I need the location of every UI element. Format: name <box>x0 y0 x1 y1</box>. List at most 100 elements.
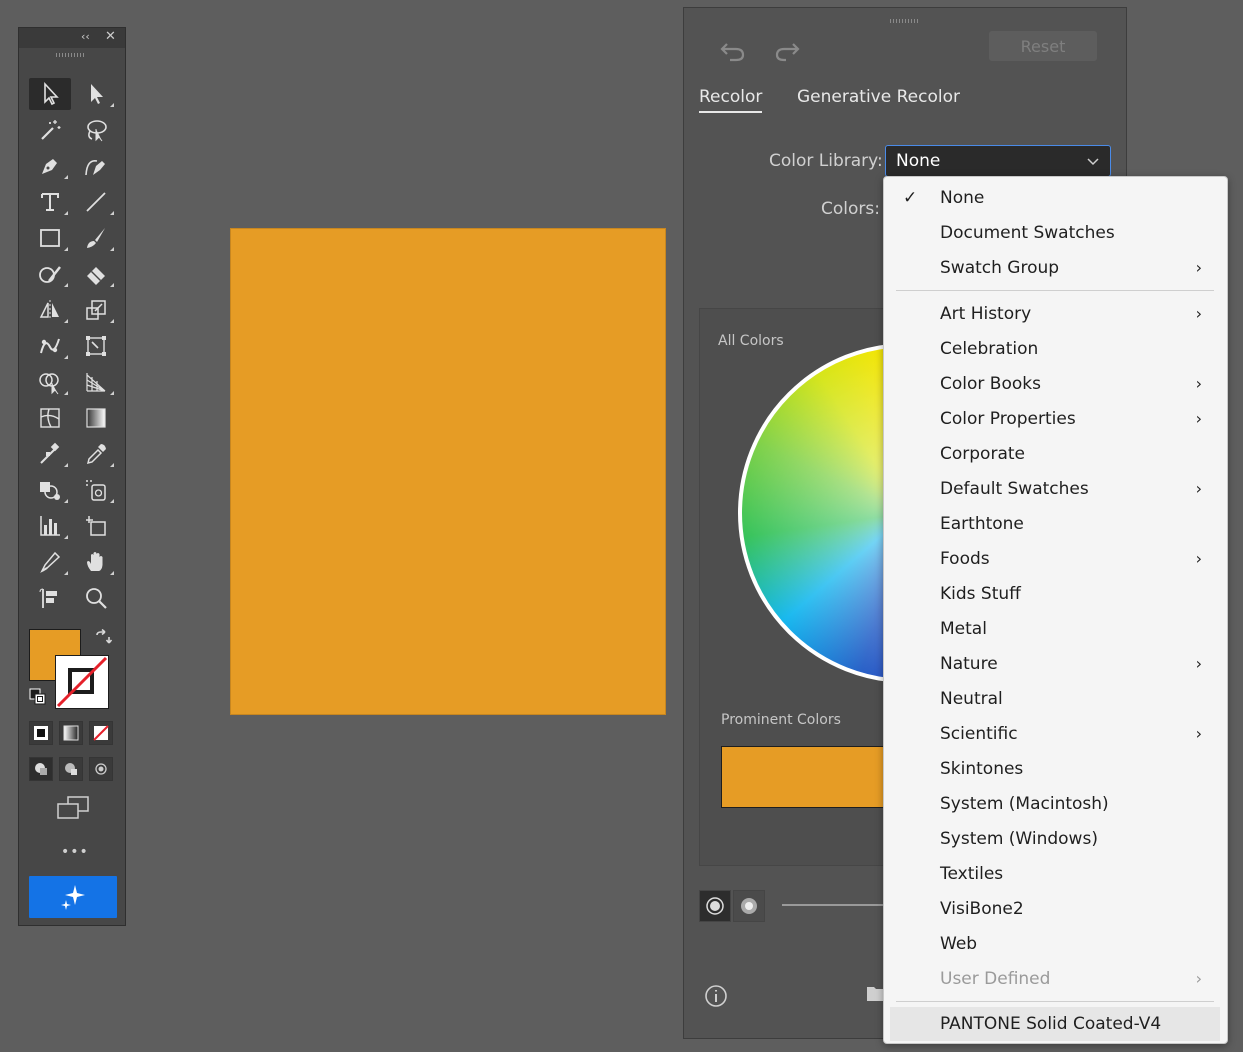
prominent-colors-label: Prominent Colors <box>721 712 841 728</box>
panel-grip[interactable] <box>890 19 918 23</box>
artboard-tool[interactable] <box>75 510 117 542</box>
color-mode-button[interactable] <box>29 721 53 745</box>
screen-mode-button[interactable] <box>56 795 90 825</box>
direct-selection-tool[interactable] <box>75 78 117 110</box>
menu-item-color-properties[interactable]: Color Properties › <box>885 402 1226 436</box>
gradient-mode-button[interactable] <box>59 721 83 745</box>
chevron-right-icon: › <box>1195 549 1202 568</box>
lasso-tool[interactable] <box>75 114 117 146</box>
collapse-panel-button[interactable]: ‹‹ <box>81 30 90 43</box>
menu-item-system-windows[interactable]: System (Windows) <box>885 822 1226 856</box>
rotate-view-tool[interactable] <box>29 582 71 614</box>
hand-tool[interactable] <box>75 546 117 578</box>
menu-item-default-swatches[interactable]: Default Swatches › <box>885 472 1226 506</box>
menu-separator <box>896 290 1214 291</box>
menu-item-celebration[interactable]: Celebration <box>885 332 1226 366</box>
tools-panel-header[interactable]: ‹‹ ✕ <box>19 28 125 48</box>
column-graph-icon <box>40 516 60 536</box>
pen-tool[interactable] <box>29 150 71 182</box>
menu-item-document-swatches[interactable]: Document Swatches <box>885 216 1226 250</box>
free-transform-tool[interactable] <box>75 330 117 362</box>
menu-item-label: VisiBone2 <box>940 899 1024 919</box>
menu-item-textiles[interactable]: Textiles <box>885 857 1226 891</box>
slice-tool[interactable] <box>29 546 71 578</box>
info-icon[interactable] <box>704 984 728 1012</box>
tab-generative-recolor[interactable]: Generative Recolor <box>797 87 960 111</box>
menu-item-label: Celebration <box>940 339 1039 359</box>
menu-item-label: Neutral <box>940 689 1003 709</box>
chevron-down-icon <box>1087 158 1099 166</box>
menu-item-color-books[interactable]: Color Books › <box>885 367 1226 401</box>
undo-button[interactable] <box>718 36 748 66</box>
selection-tool[interactable] <box>29 78 71 110</box>
default-fill-stroke-icon[interactable] <box>29 688 47 710</box>
mesh-icon <box>40 408 60 428</box>
menu-item-label: Textiles <box>940 864 1004 884</box>
live-paint-tool[interactable] <box>75 474 117 506</box>
column-graph-tool[interactable] <box>29 510 71 542</box>
edit-toolbar-button[interactable]: ••• <box>61 844 89 860</box>
menu-item-nature[interactable]: Nature › <box>885 647 1226 681</box>
paintbrush-tool[interactable] <box>75 222 117 254</box>
contextual-task-bar-button[interactable] <box>29 876 117 918</box>
rectangle-tool[interactable] <box>29 222 71 254</box>
menu-item-web[interactable]: Web <box>885 927 1226 961</box>
eraser-tool[interactable] <box>75 258 117 290</box>
menu-item-label: Foods <box>940 549 990 569</box>
segmented-wheel-button[interactable] <box>733 890 765 922</box>
menu-item-metal[interactable]: Metal <box>885 612 1226 646</box>
gradient-tool[interactable] <box>75 402 117 434</box>
menu-item-system-macintosh[interactable]: System (Macintosh) <box>885 787 1226 821</box>
menu-item-scientific[interactable]: Scientific › <box>885 717 1226 751</box>
chevron-right-icon: › <box>1195 374 1202 393</box>
reset-button[interactable]: Reset <box>989 31 1097 61</box>
menu-item-corporate[interactable]: Corporate <box>885 437 1226 471</box>
draw-inside-button[interactable] <box>89 757 113 781</box>
lasso-icon <box>87 120 107 142</box>
menu-item-neutral[interactable]: Neutral <box>885 682 1226 716</box>
draw-behind-button[interactable] <box>59 757 83 781</box>
mesh-tool[interactable] <box>29 402 71 434</box>
menu-separator <box>896 1001 1214 1002</box>
menu-item-kids-stuff[interactable]: Kids Stuff <box>885 577 1226 611</box>
tab-recolor[interactable]: Recolor <box>699 87 763 113</box>
magic-wand-tool[interactable] <box>29 114 71 146</box>
symbol-sprayer-tool[interactable] <box>29 474 71 506</box>
curvature-tool[interactable] <box>75 150 117 182</box>
eyedropper-tool[interactable] <box>75 438 117 470</box>
blend-tool[interactable] <box>29 438 71 470</box>
draw-normal-button[interactable] <box>29 757 53 781</box>
panel-grip[interactable] <box>56 53 86 57</box>
zoom-tool[interactable] <box>75 582 117 614</box>
stroke-color-swatch[interactable] <box>55 655 109 709</box>
color-library-select[interactable]: None <box>885 145 1111 177</box>
type-tool[interactable] <box>29 186 71 218</box>
menu-item-earthtone[interactable]: Earthtone <box>885 507 1226 541</box>
slice-icon <box>40 551 61 573</box>
hand-icon <box>87 552 103 571</box>
orange-rectangle-artwork[interactable] <box>230 228 666 715</box>
color-library-value: None <box>896 151 941 171</box>
perspective-grid-tool[interactable] <box>75 366 117 398</box>
shape-builder-icon <box>39 373 59 395</box>
artboard-icon <box>86 516 106 536</box>
scale-tool[interactable] <box>75 294 117 326</box>
blend-icon <box>40 442 60 464</box>
redo-button[interactable] <box>772 36 802 66</box>
puppet-warp-tool[interactable] <box>29 330 71 362</box>
line-segment-tool[interactable] <box>75 186 117 218</box>
menu-item-none[interactable]: ✓ None <box>885 181 1226 215</box>
menu-item-visibone2[interactable]: VisiBone2 <box>885 892 1226 926</box>
shape-builder-tool[interactable] <box>29 366 71 398</box>
swap-fill-stroke-icon[interactable] <box>93 628 113 653</box>
shaper-tool[interactable] <box>29 258 71 290</box>
menu-item-swatch-group[interactable]: Swatch Group › <box>885 251 1226 285</box>
smooth-wheel-button[interactable] <box>699 890 731 922</box>
menu-item-foods[interactable]: Foods › <box>885 542 1226 576</box>
reflect-tool[interactable] <box>29 294 71 326</box>
none-mode-button[interactable] <box>89 721 113 745</box>
menu-item-pantone-solid-coated[interactable]: PANTONE Solid Coated-V4 <box>890 1007 1220 1041</box>
close-panel-button[interactable]: ✕ <box>105 29 116 44</box>
menu-item-art-history[interactable]: Art History › <box>885 297 1226 331</box>
menu-item-skintones[interactable]: Skintones <box>885 752 1226 786</box>
